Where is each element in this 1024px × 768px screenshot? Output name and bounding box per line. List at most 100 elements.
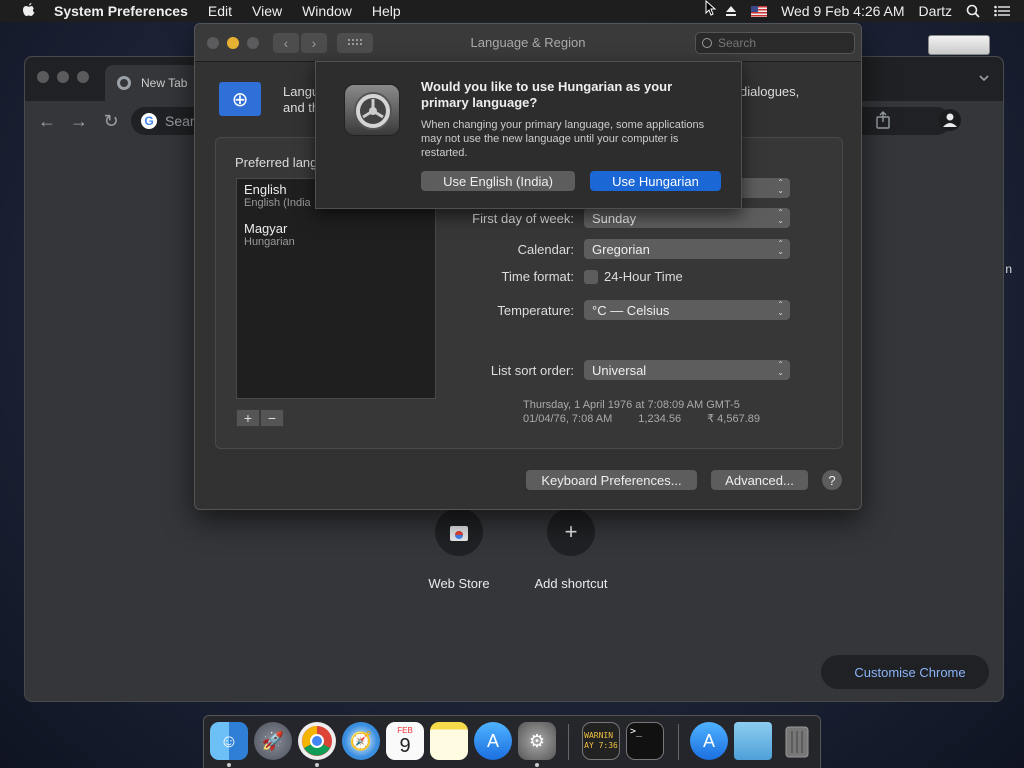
- language-subtitle: Hungarian: [244, 236, 295, 248]
- omnibox-placeholder: Sear: [165, 113, 195, 129]
- header-line-2: and th: [283, 100, 320, 115]
- temperature-popup[interactable]: °C — Celsius: [584, 300, 790, 320]
- menu-view[interactable]: View: [252, 3, 282, 19]
- header-text-right: dialogues,: [740, 84, 800, 99]
- console-icon[interactable]: WARNIN AY 7:36: [582, 722, 620, 760]
- trash-icon[interactable]: [778, 722, 816, 760]
- preferred-languages-label: Preferred lang: [235, 155, 318, 170]
- forward-arrow-icon[interactable]: →: [69, 111, 89, 131]
- sample-date-short: 01/04/76, 7:08 AM: [523, 413, 613, 425]
- primary-language-sheet: Would you like to use Hungarian as your …: [315, 61, 742, 209]
- google-g-icon: G: [141, 113, 157, 129]
- eject-icon[interactable]: [725, 5, 737, 17]
- remove-language-button[interactable]: −: [260, 409, 284, 427]
- running-indicator: [227, 763, 231, 767]
- running-indicator: [315, 763, 319, 767]
- spotlight-search-icon[interactable]: [966, 4, 980, 18]
- chevron-down-icon[interactable]: [977, 71, 991, 85]
- help-button[interactable]: ?: [822, 470, 842, 490]
- prefs-titlebar: ‹ › Language & Region Search: [195, 24, 861, 62]
- header-line-1: Langu: [283, 84, 320, 99]
- dock-separator: [678, 724, 679, 760]
- safari-compass-icon[interactable]: 🧭: [342, 722, 380, 760]
- sample-row: 01/04/76, 7:08 AM 1,234.56 ₹ 4,567.89: [523, 412, 786, 426]
- launchpad-icon[interactable]: 🚀: [254, 722, 292, 760]
- chrome-favicon-icon: [117, 76, 131, 90]
- prefs-header-text: Langu and th: [283, 84, 319, 116]
- system-preferences-gear-icon: [344, 84, 400, 136]
- apple-icon[interactable]: [20, 3, 38, 19]
- prefs-search-field[interactable]: Search: [695, 32, 855, 54]
- first-day-label: First day of week:: [472, 210, 574, 226]
- menu-edit[interactable]: Edit: [208, 3, 232, 19]
- customise-chrome-label: Customise Chrome: [854, 664, 966, 680]
- search-placeholder: Search: [718, 36, 757, 50]
- menubar-clock[interactable]: Wed 9 Feb 4:26 AM: [781, 3, 904, 19]
- menu-bar: System Preferences Edit View Window Help…: [0, 0, 1024, 22]
- notes-icon[interactable]: [430, 722, 468, 760]
- plus-icon: +: [547, 508, 595, 556]
- offscreen-text-fragment: n: [1005, 262, 1012, 276]
- web-store-icon: [435, 508, 483, 556]
- sheet-title: Would you like to use Hungarian as your …: [421, 79, 673, 110]
- sample-date-long: Thursday, 1 April 1976 at 7:08:09 AM GMT…: [523, 399, 740, 411]
- app-store-downloads-icon[interactable]: A: [690, 722, 728, 760]
- system-preferences-icon[interactable]: ⚙: [518, 722, 556, 760]
- app-store-icon[interactable]: A: [474, 722, 512, 760]
- finder-icon[interactable]: ☺: [210, 722, 248, 760]
- search-icon: [702, 38, 712, 48]
- shortcut-label: Web Store: [428, 576, 490, 591]
- desktop-drive-icon[interactable]: [928, 35, 990, 55]
- calendar-icon[interactable]: FEB 9: [386, 722, 424, 760]
- reload-icon[interactable]: ↻: [101, 111, 121, 131]
- running-indicator: [535, 763, 539, 767]
- sample-number: 1,234.56: [638, 413, 682, 425]
- chrome-minimize-button[interactable]: [57, 71, 69, 83]
- calendar-row: Calendar: Gregorian: [404, 239, 790, 259]
- share-icon[interactable]: [875, 111, 891, 129]
- shortcut-add[interactable]: + Add shortcut: [526, 508, 616, 591]
- time-format-row: Time format: 24-Hour Time: [404, 269, 683, 284]
- language-name: Magyar: [244, 221, 288, 236]
- format-sample: Thursday, 1 April 1976 at 7:08:09 AM GMT…: [523, 398, 786, 426]
- sort-order-popup[interactable]: Universal: [584, 360, 790, 380]
- temperature-label: Temperature:: [497, 302, 574, 318]
- menu-window[interactable]: Window: [302, 3, 352, 19]
- dock-separator: [568, 724, 569, 760]
- menubar-status-area: Wed 9 Feb 4:26 AM Dartz: [725, 0, 1024, 22]
- terminal-icon[interactable]: >_: [626, 722, 664, 760]
- menubar-user[interactable]: Dartz: [919, 3, 952, 19]
- app-name-menu[interactable]: System Preferences: [54, 3, 188, 19]
- shortcut-web-store[interactable]: Web Store: [414, 508, 504, 591]
- mouse-cursor-icon: [705, 0, 717, 16]
- 24-hour-checkbox[interactable]: [584, 269, 598, 284]
- dock: ☺ 🚀 🧭 FEB 9 A ⚙ WARNIN AY 7:36 >_ A: [203, 715, 821, 768]
- time-format-label: Time format:: [501, 269, 574, 284]
- add-remove-language-controls: + −: [236, 409, 284, 427]
- calendar-day: 9: [399, 734, 411, 757]
- menu-help[interactable]: Help: [372, 3, 401, 19]
- add-language-button[interactable]: +: [236, 409, 260, 427]
- back-arrow-icon[interactable]: ←: [37, 111, 57, 131]
- profile-avatar-icon[interactable]: [939, 109, 961, 131]
- use-english-button[interactable]: Use English (India): [421, 171, 575, 191]
- folder-icon[interactable]: [734, 722, 772, 760]
- first-day-popup[interactable]: Sunday: [584, 208, 790, 228]
- customise-chrome-button[interactable]: Customise Chrome: [821, 655, 989, 689]
- calendar-popup[interactable]: Gregorian: [584, 239, 790, 259]
- sample-currency: ₹ 4,567.89: [707, 413, 760, 425]
- use-hungarian-button[interactable]: Use Hungarian: [590, 171, 721, 191]
- language-flag-globe-icon: ⊕: [219, 82, 261, 116]
- chrome-tab-title: New Tab: [141, 76, 188, 90]
- temperature-row: Temperature: °C — Celsius: [404, 300, 790, 320]
- advanced-button[interactable]: Advanced...: [711, 470, 808, 490]
- shortcut-label: Add shortcut: [534, 576, 608, 591]
- notification-center-icon[interactable]: [994, 5, 1010, 17]
- keyboard-preferences-button[interactable]: Keyboard Preferences...: [526, 470, 697, 490]
- chrome-icon[interactable]: [298, 722, 336, 760]
- chrome-zoom-button[interactable]: [77, 71, 89, 83]
- sheet-message: When changing your primary language, som…: [421, 119, 705, 159]
- 24-hour-checkbox-label[interactable]: 24-Hour Time: [604, 269, 683, 284]
- chrome-close-button[interactable]: [37, 71, 49, 83]
- input-source-flag-icon[interactable]: [751, 5, 768, 17]
